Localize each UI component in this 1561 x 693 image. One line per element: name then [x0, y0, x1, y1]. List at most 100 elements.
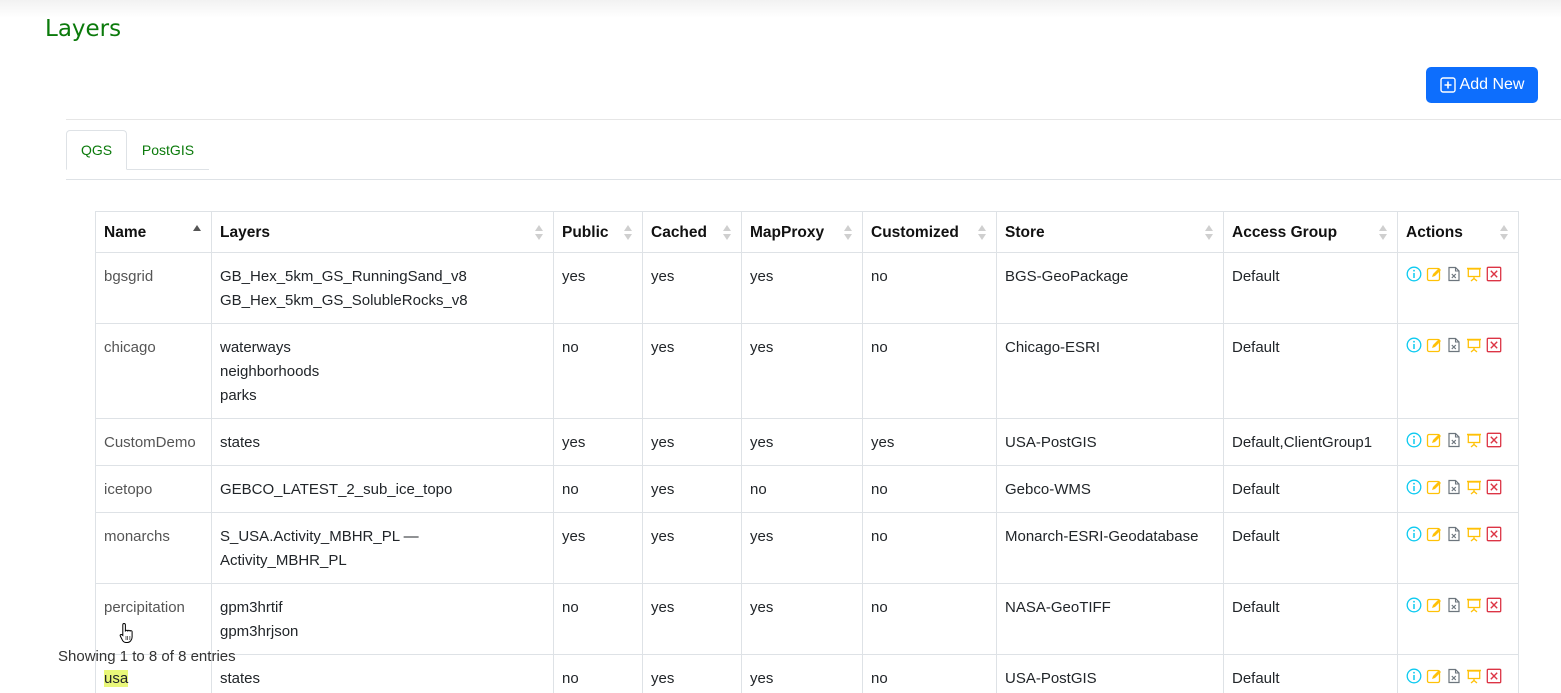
- cell-mapproxy: yes: [741, 323, 863, 419]
- cell-public: no: [553, 654, 643, 693]
- edit-icon[interactable]: [1426, 337, 1442, 353]
- layer-name[interactable]: icetopo: [104, 481, 152, 498]
- layer-entry: GEBCO_LATEST_2_sub_ice_topo: [220, 481, 453, 498]
- file-delete-icon[interactable]: [1446, 266, 1462, 282]
- file-delete-icon[interactable]: [1446, 526, 1462, 542]
- info-icon[interactable]: [1406, 668, 1422, 684]
- cell-store: USA-PostGIS: [996, 418, 1224, 466]
- cell-mapproxy: no: [741, 465, 863, 513]
- cell-layers: GEBCO_LATEST_2_sub_ice_topo: [211, 465, 554, 513]
- column-header-public[interactable]: Public: [553, 211, 643, 253]
- presentation-icon[interactable]: [1466, 597, 1482, 613]
- edit-icon[interactable]: [1426, 668, 1442, 684]
- cell-store: Chicago-ESRI: [996, 323, 1224, 419]
- info-icon[interactable]: [1406, 337, 1422, 353]
- file-delete-icon[interactable]: [1446, 479, 1462, 495]
- column-header-store[interactable]: Store: [996, 211, 1224, 253]
- table-row[interactable]: percipitation gpm3hrtif gpm3hrjson no yes yes…: [95, 583, 1519, 655]
- cell-cached: yes: [642, 418, 742, 466]
- layer-name[interactable]: bgsgrid: [104, 268, 153, 285]
- column-header-name[interactable]: Name: [95, 211, 212, 253]
- file-delete-icon[interactable]: [1446, 432, 1462, 448]
- close-box-icon[interactable]: [1486, 337, 1502, 353]
- sort-arrows-icon: [978, 225, 986, 241]
- layers-table: Name Layers Public Cached MapProxy Customized…: [95, 211, 1519, 693]
- close-box-icon[interactable]: [1486, 526, 1502, 542]
- layer-name[interactable]: CustomDemo: [104, 434, 196, 451]
- info-icon[interactable]: [1406, 432, 1422, 448]
- file-delete-icon[interactable]: [1446, 337, 1462, 353]
- layer-entry: S_USA.Activity_MBHR_PL — Activity_MBHR_P…: [220, 528, 419, 569]
- cell-public: yes: [553, 418, 643, 466]
- info-icon[interactable]: [1406, 597, 1422, 613]
- column-header-label: Access Group: [1232, 224, 1338, 241]
- cell-name[interactable]: percipitation: [95, 583, 212, 655]
- presentation-icon[interactable]: [1466, 479, 1482, 495]
- layer-name[interactable]: percipitation: [104, 599, 185, 616]
- cell-access-group: Default: [1223, 654, 1398, 693]
- column-header-actions[interactable]: Actions: [1397, 211, 1519, 253]
- presentation-icon[interactable]: [1466, 526, 1482, 542]
- column-header-layers[interactable]: Layers: [211, 211, 554, 253]
- column-header-label: Customized: [871, 224, 959, 241]
- tab-underline: [127, 169, 209, 170]
- presentation-icon[interactable]: [1466, 266, 1482, 282]
- layer-entry: waterways: [220, 339, 291, 356]
- presentation-icon[interactable]: [1466, 668, 1482, 684]
- close-box-icon[interactable]: [1486, 668, 1502, 684]
- cell-name[interactable]: bgsgrid: [95, 252, 212, 324]
- layer-name[interactable]: monarchs: [104, 528, 170, 545]
- plus-square-icon: [1439, 77, 1456, 93]
- edit-icon[interactable]: [1426, 479, 1442, 495]
- file-delete-icon[interactable]: [1446, 597, 1462, 613]
- cell-layers: waterways neighborhoods parks: [211, 323, 554, 419]
- layer-name[interactable]: chicago: [104, 339, 156, 356]
- info-icon[interactable]: [1406, 479, 1422, 495]
- cell-store: Gebco-WMS: [996, 465, 1224, 513]
- info-icon[interactable]: [1406, 526, 1422, 542]
- file-delete-icon[interactable]: [1446, 668, 1462, 684]
- cell-customized: yes: [862, 418, 997, 466]
- cell-actions: [1397, 252, 1519, 324]
- cell-mapproxy: yes: [741, 418, 863, 466]
- cell-name[interactable]: icetopo: [95, 465, 212, 513]
- column-header-cached[interactable]: Cached: [642, 211, 742, 253]
- info-icon[interactable]: [1406, 266, 1422, 282]
- table-row[interactable]: bgsgrid GB_Hex_5km_GS_RunningSand_v8 GB_He…: [95, 252, 1519, 324]
- cell-mapproxy: yes: [741, 583, 863, 655]
- column-header-customized[interactable]: Customized: [862, 211, 997, 253]
- cell-name[interactable]: monarchs: [95, 512, 212, 584]
- edit-icon[interactable]: [1426, 597, 1442, 613]
- cell-name[interactable]: chicago: [95, 323, 212, 419]
- edit-icon[interactable]: [1426, 432, 1442, 448]
- presentation-icon[interactable]: [1466, 337, 1482, 353]
- table-row[interactable]: usa states no yes yes no USA-PostGIS Default: [95, 654, 1519, 693]
- table-row[interactable]: chicago waterways neighborhoods parks no yes y…: [95, 323, 1519, 419]
- table-info: Showing 1 to 8 of 8 entries: [58, 648, 236, 665]
- cell-public: no: [553, 323, 643, 419]
- tab-qgs[interactable]: QGS: [66, 130, 127, 170]
- close-box-icon[interactable]: [1486, 479, 1502, 495]
- column-header-mapproxy[interactable]: MapProxy: [741, 211, 863, 253]
- sort-arrows-icon: [844, 225, 852, 241]
- cell-access-group: Default,ClientGroup1: [1223, 418, 1398, 466]
- add-new-button[interactable]: Add New: [1426, 67, 1538, 103]
- layer-entry: GB_Hex_5km_GS_RunningSand_v8: [220, 268, 467, 285]
- top-shadow: [0, 0, 1561, 18]
- cell-name[interactable]: CustomDemo: [95, 418, 212, 466]
- table-row[interactable]: monarchs S_USA.Activity_MBHR_PL — Activit…: [95, 512, 1519, 584]
- action-icons: [1406, 265, 1510, 282]
- close-box-icon[interactable]: [1486, 266, 1502, 282]
- tab-postgis[interactable]: PostGIS: [130, 130, 206, 170]
- edit-icon[interactable]: [1426, 526, 1442, 542]
- column-header-access-group[interactable]: Access Group: [1223, 211, 1398, 253]
- presentation-icon[interactable]: [1466, 432, 1482, 448]
- layer-name[interactable]: usa: [104, 670, 129, 687]
- close-box-icon[interactable]: [1486, 597, 1502, 613]
- table-row[interactable]: CustomDemo states yes yes yes yes USA-PostGIS D…: [95, 418, 1519, 466]
- table-row[interactable]: icetopo GEBCO_LATEST_2_sub_ice_topo no yes n…: [95, 465, 1519, 513]
- action-icons: [1406, 596, 1510, 613]
- cell-customized: no: [862, 583, 997, 655]
- close-box-icon[interactable]: [1486, 432, 1502, 448]
- edit-icon[interactable]: [1426, 266, 1442, 282]
